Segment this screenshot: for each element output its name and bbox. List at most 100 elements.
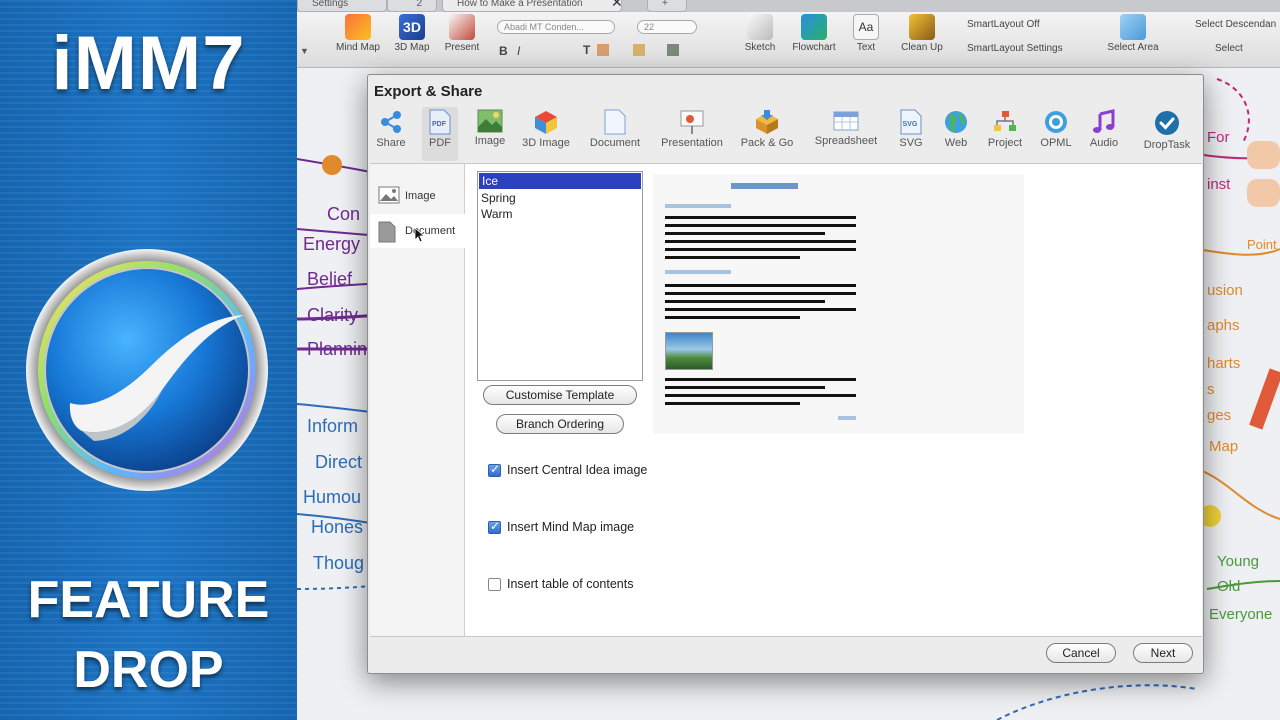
mind-map-node[interactable]: Map [1209,438,1238,455]
sidebar-item-document[interactable]: Document [370,214,465,248]
cancel-button[interactable]: Cancel [1046,643,1116,663]
ribbon-clean-up[interactable]: Clean Up [892,14,952,53]
bold-button[interactable]: B [499,44,508,58]
format-web[interactable]: Web [939,107,973,161]
ribbon-dropdown-icon[interactable]: ▼ [300,46,309,56]
format-svg-label: SVG [899,137,923,149]
mind-map-node[interactable]: Belief [307,269,352,290]
ribbon-select-area[interactable]: Select Area [1103,14,1163,53]
document-icon [604,109,626,135]
line-color-swatch[interactable] [633,44,645,56]
format-spreadsheet[interactable]: Spreadsheet [810,107,882,161]
dialog-content: Image Document Ice Spring Warm Customise… [370,163,1202,637]
mind-map-node[interactable]: Con [327,204,360,225]
template-item[interactable]: Warm [478,206,642,222]
format-image-label: Image [474,135,506,147]
ribbon-text[interactable]: Aa Text [836,14,896,53]
format-audio[interactable]: Audio [1084,107,1124,161]
tab-settings[interactable]: Settings [297,0,387,12]
project-icon [994,111,1016,131]
mind-map-node[interactable]: usion [1207,282,1243,299]
mind-map-node[interactable]: Humou [303,487,361,508]
format-pack-go-label: Pack & Go [740,137,794,149]
thumbs-down-icon [1247,179,1280,207]
format-presentation[interactable]: Presentation [657,107,727,161]
document-icon [378,221,396,243]
format-audio-label: Audio [1089,137,1119,149]
format-3d-image[interactable]: 3D Image [521,107,571,161]
smartlayout-settings-button[interactable]: SmartLayout Settings [967,43,1063,54]
checkbox-mind-map-image[interactable] [488,519,501,534]
preview-text-line [665,240,856,243]
mind-map-node[interactable]: Clarity [307,305,358,326]
ribbon-present[interactable]: Present [432,14,492,53]
customise-template-button[interactable]: Customise Template [483,385,637,405]
imindmap-logo-icon [26,249,268,491]
mind-map-node[interactable]: Direct [315,452,362,473]
sketch-icon [747,14,773,40]
format-pdf-label: PDF [429,137,451,149]
font-size-select[interactable]: 22 [637,20,697,34]
mind-map-node[interactable]: Inform [307,416,358,437]
checkbox-central-idea-image[interactable] [488,462,501,477]
mind-map-node-image-icon[interactable] [322,155,342,175]
mouse-cursor-icon [414,227,426,243]
checkbox-table-of-contents[interactable] [488,578,501,591]
ribbon-flowchart[interactable]: Flowchart [784,14,844,53]
format-pdf[interactable]: PDF PDF [422,107,458,161]
option-central-idea-image-label: Insert Central Idea image [507,463,648,477]
music-icon [1093,109,1115,133]
select-button[interactable]: Select [1215,43,1243,54]
mind-map-node[interactable]: inst [1207,176,1230,193]
format-droptask[interactable]: DropTask [1139,107,1195,161]
mind-map-node[interactable]: harts [1207,355,1240,372]
format-share[interactable]: Share [374,107,408,161]
ribbon-present-label: Present [444,42,480,53]
new-tab-button[interactable]: + [647,0,687,12]
template-list[interactable]: Ice Spring Warm [477,171,643,381]
template-item[interactable]: Spring [478,190,642,206]
sidebar-item-image-label: Image [405,190,436,202]
present-icon [449,14,475,40]
mind-map-node[interactable]: aphs [1207,317,1240,334]
fill-color-swatch[interactable] [597,44,609,56]
format-document[interactable]: Document [587,107,643,161]
mind-map-node[interactable]: Hones [311,517,363,538]
format-svg[interactable]: SVG SVG [894,107,928,161]
sidebar-item-image[interactable]: Image [370,179,465,213]
font-name-select[interactable]: Abadi MT Conden... [497,20,615,34]
tab-active-document[interactable]: How to Make a Presentation [442,0,622,12]
ribbon-sketch[interactable]: Sketch [730,14,790,53]
template-preview [653,174,1024,434]
mind-map-node[interactable]: Energy [303,234,360,255]
branch-ordering-button[interactable]: Branch Ordering [496,414,624,434]
format-project[interactable]: Project [984,107,1026,161]
drop-title: DROP [73,641,224,699]
tab-count[interactable]: 2 [387,0,437,12]
mind-map-node[interactable]: Everyone [1209,606,1272,623]
border-color-swatch[interactable] [667,44,679,56]
select-descendants-button[interactable]: Select Descendan [1195,19,1276,30]
italic-button[interactable]: I [517,44,520,58]
dialog-title: Export & Share [374,83,483,100]
mind-map-node[interactable]: Plannin [307,339,367,360]
close-tab-icon[interactable]: ✕ [611,0,623,11]
droptask-icon [1155,111,1179,135]
mind-map-node[interactable]: Old [1217,578,1240,595]
mind-map-node[interactable]: Point [1247,237,1277,252]
text-color-button[interactable]: T [583,43,590,57]
mind-map-node[interactable]: For [1207,129,1230,146]
format-image[interactable]: Image [470,107,510,161]
format-opml[interactable]: OPML [1038,107,1074,161]
ribbon-toolbar: ▼ Mind Map 3D 3D Map Present Abadi MT Co… [297,12,1280,68]
ribbon-mind-map[interactable]: Mind Map [328,14,388,53]
template-item[interactable]: Ice [479,173,641,189]
smartlayout-off-button[interactable]: SmartLayout Off [967,19,1040,30]
format-pack-go[interactable]: Pack & Go [739,107,795,161]
ribbon-3d-map-label: 3D Map [394,42,430,53]
mind-map-node[interactable]: Young [1217,553,1259,570]
mind-map-node[interactable]: Thoug [313,553,364,574]
next-button[interactable]: Next [1133,643,1193,663]
mind-map-node[interactable]: ges [1207,407,1231,424]
mind-map-node[interactable]: s [1207,381,1215,398]
